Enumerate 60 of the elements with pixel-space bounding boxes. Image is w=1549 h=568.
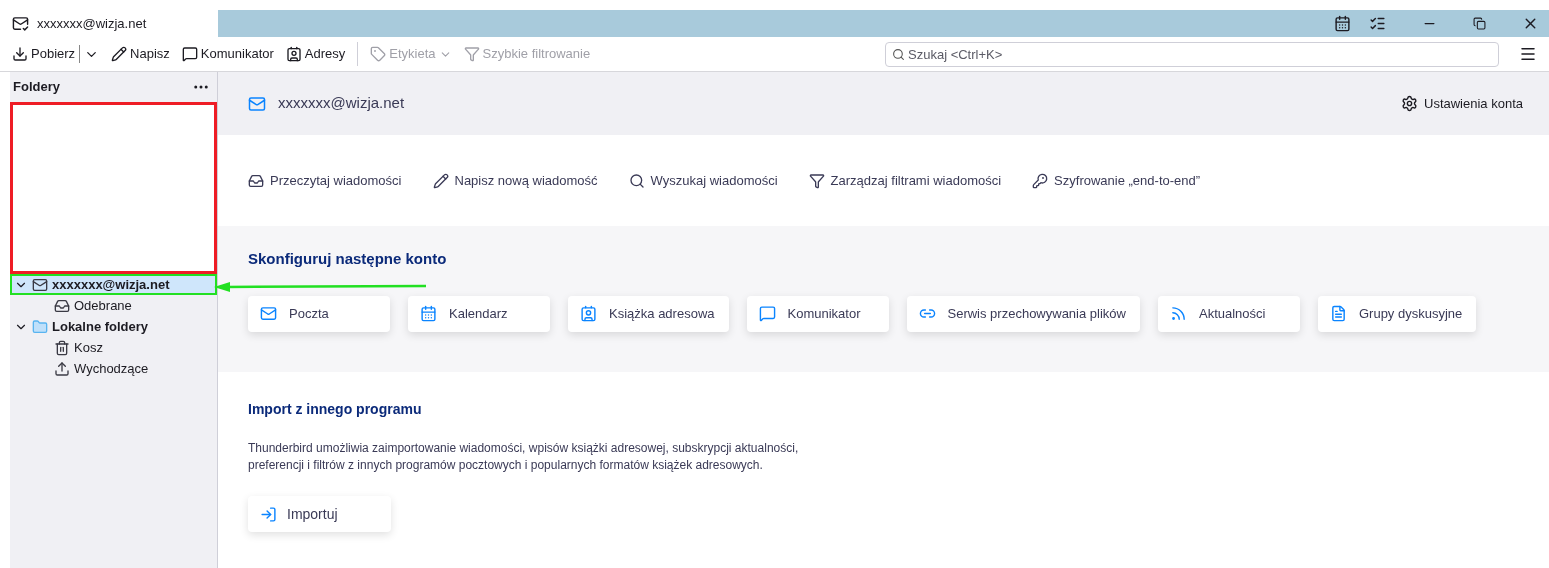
setup-button[interactable]: Grupy dyskusyjne <box>1317 295 1477 332</box>
key-icon <box>1032 172 1049 189</box>
import-button[interactable]: Importuj <box>248 496 391 532</box>
import-icon <box>260 505 277 523</box>
setup-button[interactable]: Komunikator <box>746 295 889 332</box>
pencil-icon <box>432 172 449 189</box>
section-title: Import z innego programu <box>248 400 423 419</box>
tasks-icon[interactable] <box>1369 15 1386 32</box>
calendar-icon[interactable] <box>1334 15 1351 32</box>
toolbar-button[interactable]: Adresy <box>285 44 346 64</box>
contacts-icon <box>580 305 597 322</box>
search-field[interactable]: Szukaj <Ctrl+K> <box>885 41 1499 67</box>
setup-button[interactable]: Serwis przechowywania plików <box>906 295 1140 332</box>
action-link[interactable]: Wyszukaj wiadomości <box>628 170 778 191</box>
setup-button[interactable]: Książka adresowa <box>568 295 729 332</box>
chat-icon <box>758 305 776 322</box>
folder-item[interactable]: Kosz <box>10 337 217 358</box>
chat-icon <box>181 46 198 62</box>
import-description: Thunderbird umożliwia zaimportowanie wiadomości, wpisów książki adresowej, subskrypcji aktualności, preferencji i filtrów z innych programów pocztowych i popularnych formatów książek adresowych. <box>248 440 800 474</box>
rss-icon <box>1169 305 1187 322</box>
pencil-icon <box>111 46 128 62</box>
mail-icon <box>260 305 277 322</box>
folder-item[interactable]: Odebrane <box>10 295 217 316</box>
action-link[interactable]: Zarządzaj filtrami wiadomości <box>808 170 1002 191</box>
restore-icon[interactable] <box>1473 17 1486 30</box>
toolbar-button[interactable]: Pobierz <box>12 44 76 64</box>
search-icon <box>892 47 905 61</box>
action-link[interactable]: Szyfrowanie „end-to-end” <box>1032 170 1201 191</box>
toolbar-button[interactable]: Napisz <box>111 44 170 64</box>
mail-icon <box>12 15 29 32</box>
folder-item[interactable]: Wychodzące <box>10 358 217 379</box>
outbox-icon <box>54 360 70 377</box>
toolbar-button[interactable]: Komunikator <box>181 44 274 64</box>
tag-icon <box>370 46 387 62</box>
folder-item[interactable]: xxxxxxx@wizja.net <box>10 274 217 295</box>
setup-button[interactable]: Aktualności <box>1157 295 1300 332</box>
setup-button[interactable]: Poczta <box>248 295 390 332</box>
action-link[interactable]: Napisz nową wiadomość <box>432 170 598 191</box>
calendar-icon <box>420 305 437 322</box>
inbox-icon <box>54 297 70 314</box>
section-title: Skonfiguruj następne konto <box>248 249 448 269</box>
folder-icon <box>32 318 48 335</box>
menu-icon[interactable] <box>1519 45 1537 63</box>
download-icon <box>12 46 28 62</box>
action-link[interactable]: Przeczytaj wiadomości <box>248 170 402 191</box>
trash-icon <box>54 339 70 356</box>
setup-button[interactable]: Kalendarz <box>408 295 550 332</box>
filter-icon <box>808 172 825 189</box>
contacts-icon <box>285 46 302 62</box>
pane-title: Foldery <box>13 78 60 97</box>
inbox-icon <box>248 172 264 189</box>
mail-icon <box>32 276 48 293</box>
mail-icon <box>248 94 266 113</box>
filter-icon <box>463 46 480 62</box>
search-icon <box>628 172 645 189</box>
account-settings-button[interactable]: Ustawienia konta <box>1401 93 1523 114</box>
folder-item[interactable]: Lokalne foldery <box>10 316 217 337</box>
document-icon <box>1329 305 1347 322</box>
account-title: xxxxxxx@wizja.net <box>278 93 405 114</box>
settings-icon <box>1401 95 1418 112</box>
